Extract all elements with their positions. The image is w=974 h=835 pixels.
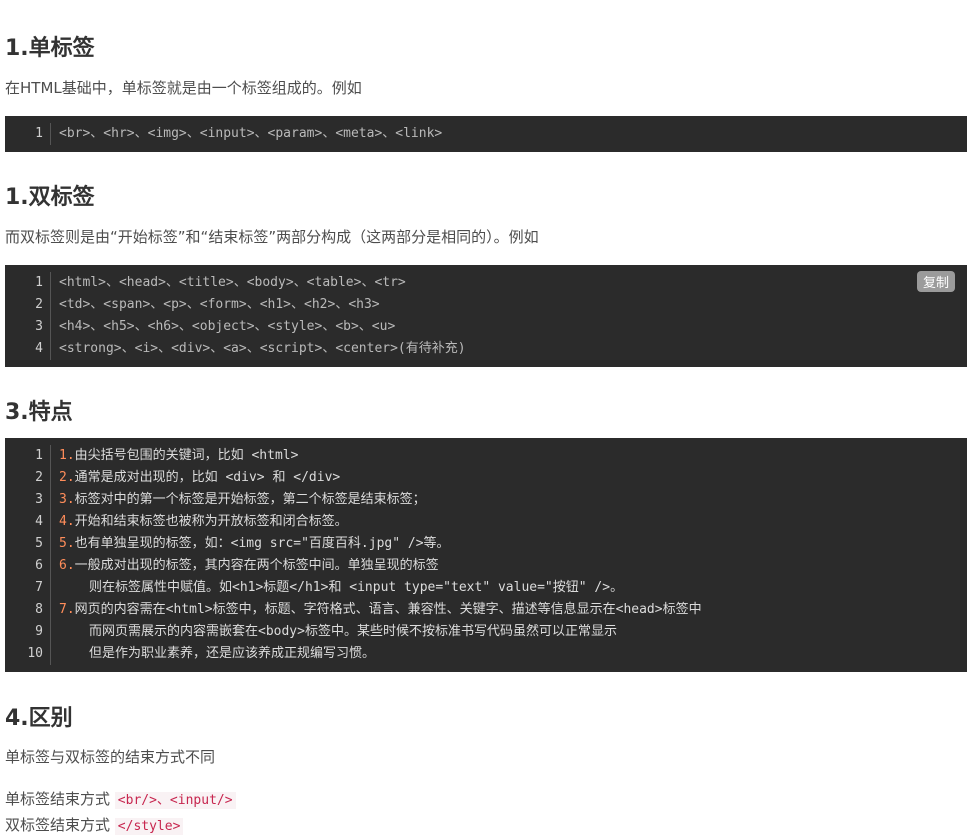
code-line: 3 <h4>、<h5>、<h6>、<object>、<style>、<b>、<u… [5,316,967,338]
single-tag-ending-code: <br/>、<input/> [114,792,236,809]
section-title-differences: 4.区别 [5,706,73,731]
code-line: 3 3.标签对中的第一个标签是开始标签，第二个标签是结束标签； [5,489,967,511]
list-number: 5. [59,536,75,551]
code-block-single-tags[interactable]: 1 <br>、<hr>、<img>、<input>、<param>、<meta>… [5,116,967,152]
code-line-text: 也有单独呈现的标签，如：<img src="百度百科.jpg" />等。 [74,536,450,551]
code-line-text: 而网页需展示的内容需嵌套在<body>标签中。某些时候不按标准书写代码虽然可以正… [89,624,617,639]
code-line-text: 一般成对出现的标签，其内容在两个标签中间。单独呈现的标签 [74,558,439,573]
section-desc-differences: 单标签与双标签的结束方式不同 [5,748,216,766]
code-line-text: 标签对中的第一个标签是开始标签，第二个标签是结束标签； [74,492,426,507]
section-desc-double-tags: 而双标签则是由“开始标签”和“结束标签”两部分构成（这两部分是相同的）。例如 [5,228,539,246]
code-line-text: <td>、<span>、<p>、<form>、<h1>、<h2>、<h3> [59,297,380,312]
code-line-text: 但是作为职业素养，还是应该养成正规编写习惯。 [89,646,376,661]
single-tag-ending-label: 单标签结束方式 [5,790,111,808]
code-line: 4 <strong>、<i>、<div>、<a>、<script>、<cente… [5,338,967,360]
list-number: 4. [59,514,75,529]
code-line: 8 7.网页的内容需在<html>标签中，标题、字符格式、语言、兼容性、关键字、描… [5,599,967,621]
code-block-features[interactable]: 1 1.由尖括号包围的关键词，比如 <html> 2 2.通常是成对出现的，比如 <… [5,438,967,672]
section-title-single-tags: 1.单标签 [5,36,95,61]
double-tag-ending-code: </style> [114,818,184,835]
single-tag-ending: 单标签结束方式 <br/>、<input/> [5,788,236,809]
code-line: 6 6.一般成对出现的标签，其内容在两个标签中间。单独呈现的标签 [5,555,967,577]
code-line: 10 但是作为职业素养，还是应该养成正规编写习惯。 [5,643,967,665]
code-line-text: <strong>、<i>、<div>、<a>、<script>、<center>… [59,341,466,356]
list-number: 1. [59,448,75,463]
code-line: 9 而网页需展示的内容需嵌套在<body>标签中。某些时候不按标准书写代码虽然可以… [5,621,967,643]
list-number: 6. [59,558,75,573]
code-line: 1 1.由尖括号包围的关键词，比如 <html> [5,445,967,467]
code-line-text: 由尖括号包围的关键词，比如 <html> [74,448,299,463]
code-line: 1 <br>、<hr>、<img>、<input>、<param>、<meta>… [5,123,967,145]
copy-button[interactable]: 复制 [916,271,955,292]
section-desc-single-tags: 在HTML基础中，单标签就是由一个标签组成的。例如 [5,79,362,97]
list-number: 3. [59,492,75,507]
code-block-double-tags[interactable]: 复制 1 <html>、<head>、<title>、<body>、<table… [5,265,967,367]
code-line-text: <br>、<hr>、<img>、<input>、<param>、<meta>、<… [59,126,443,141]
section-title-features: 3.特点 [5,400,73,425]
code-line-text: 通常是成对出现的，比如 <div> 和 </div> [74,470,341,485]
list-number: 7. [59,602,75,617]
code-line-text: <h4>、<h5>、<h6>、<object>、<style>、<b>、<u> [59,319,396,334]
double-tag-ending: 双标签结束方式 </style> [5,814,184,835]
code-line: 1 <html>、<head>、<title>、<body>、<table>、<… [5,272,967,294]
code-line: 2 2.通常是成对出现的，比如 <div> 和 </div> [5,467,967,489]
code-line-text: 开始和结束标签也被称为开放标签和闭合标签。 [74,514,348,529]
code-line-text: <html>、<head>、<title>、<body>、<table>、<tr… [59,275,406,290]
code-line-text: 则在标签属性中赋值。如<h1>标题</h1>和 <input type="tex… [89,580,624,595]
code-line: 2 <td>、<span>、<p>、<form>、<h1>、<h2>、<h3> [5,294,967,316]
section-title-double-tags: 1.双标签 [5,185,95,210]
code-line: 4 4.开始和结束标签也被称为开放标签和闭合标签。 [5,511,967,533]
code-line: 5 5.也有单独呈现的标签，如：<img src="百度百科.jpg" />等。 [5,533,967,555]
code-line-text: 网页的内容需在<html>标签中，标题、字符格式、语言、兼容性、关键字、描述等信… [74,602,702,617]
article: 1.单标签 在HTML基础中，单标签就是由一个标签组成的。例如 1 <br>、<… [0,0,974,835]
code-line: 7 则在标签属性中赋值。如<h1>标题</h1>和 <input type="te… [5,577,967,599]
double-tag-ending-label: 双标签结束方式 [5,816,111,834]
list-number: 2. [59,470,75,485]
